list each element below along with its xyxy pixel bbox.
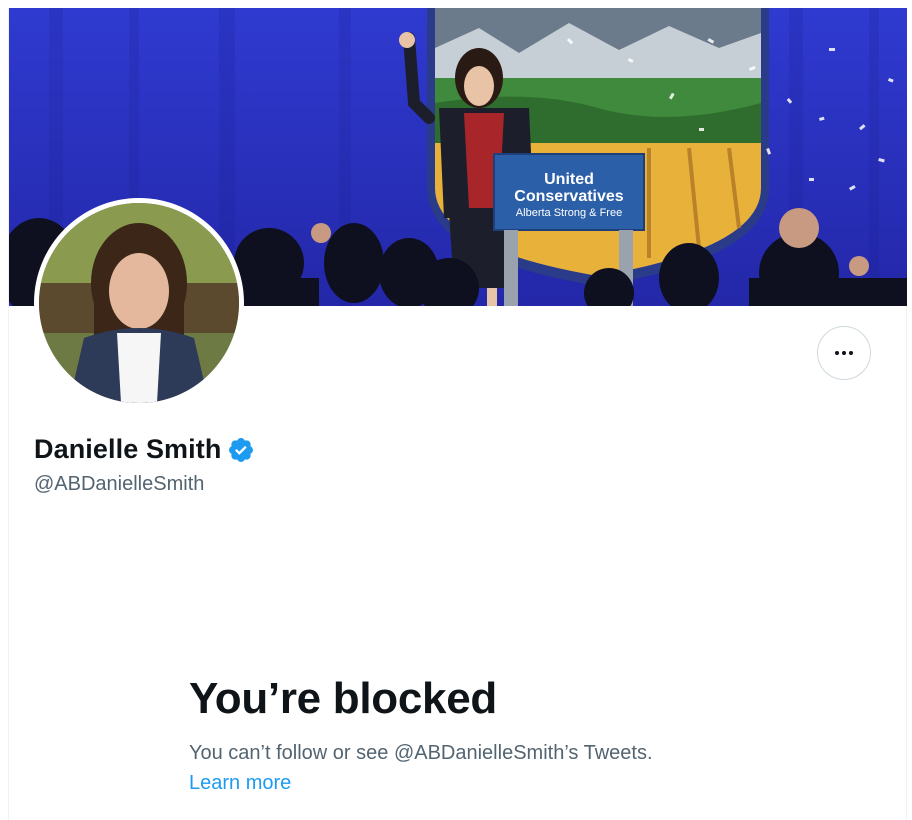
display-name: Danielle Smith [34,434,222,464]
more-icon [835,351,853,355]
blocked-description: You can’t follow or see @ABDanielleSmith… [189,742,653,764]
profile-name-row: Danielle Smith [34,434,255,465]
more-options-button[interactable] [817,326,871,380]
learn-more-link[interactable]: Learn more [189,772,291,795]
profile-avatar[interactable] [34,198,244,408]
profile-handle: @ABDanielleSmith [34,473,205,495]
profile-page: United Conservatives Alberta Strong & Fr… [8,8,907,820]
blocked-title: You’re blocked [189,674,497,723]
podium-line-3: Alberta Strong & Free [516,207,622,219]
verified-badge-icon[interactable] [227,436,255,464]
avatar-image [39,203,239,403]
podium-line-2: Conservatives [514,188,623,205]
podium-line-1: United [544,171,594,188]
